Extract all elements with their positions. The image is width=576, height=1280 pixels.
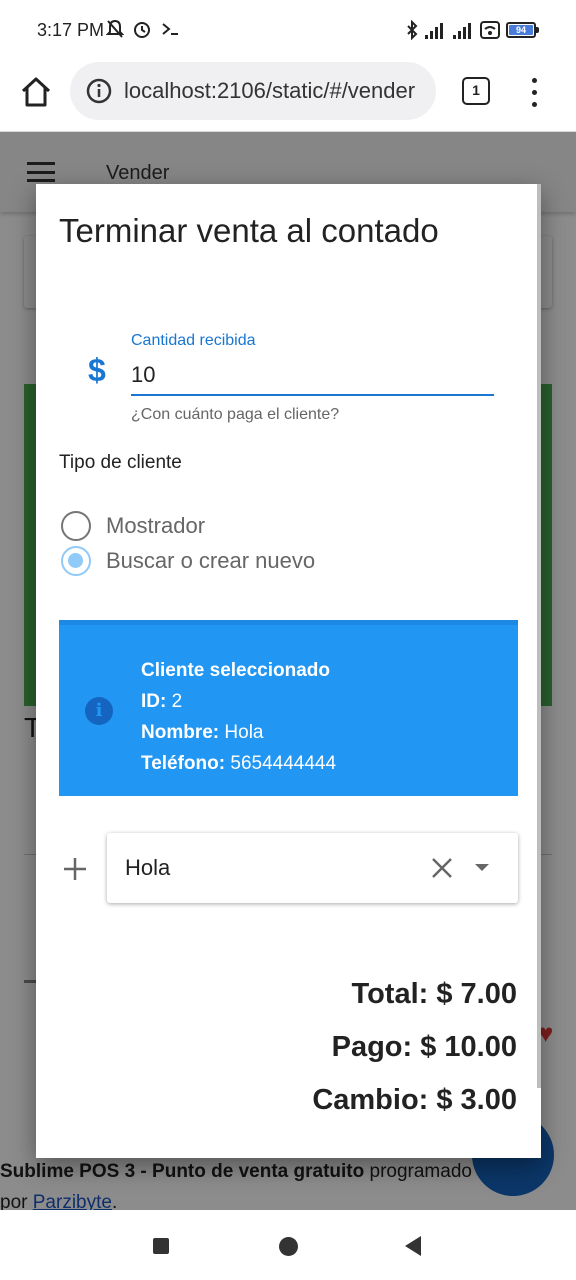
amount-received-input[interactable] (131, 356, 494, 396)
payment-amount: Pago: $ 10.00 (331, 1031, 517, 1063)
client-id-value: 2 (171, 691, 183, 712)
radio-mostrador[interactable]: Mostrador (61, 511, 205, 541)
home-icon[interactable] (18, 74, 54, 110)
client-id-label: ID: (141, 691, 167, 712)
radio-label[interactable]: Mostrador (106, 513, 205, 539)
address-bar[interactable]: localhost:2106/static/#/vender (70, 62, 436, 120)
battery-level: 94 (509, 25, 533, 35)
status-time: 3:17 PM (37, 20, 105, 40)
totals: Total: $ 7.00 Pago: $ 10.00 Cambio: $ 3.… (312, 968, 517, 1127)
selected-client-heading: Cliente seleccionado (141, 660, 331, 681)
client-select[interactable]: Hola (107, 833, 518, 903)
client-type-label: Tipo de cliente (59, 452, 182, 473)
alarm-icon (134, 22, 150, 38)
url-text[interactable]: localhost:2106/static/#/vender (124, 78, 424, 104)
change-amount: Cambio: $ 3.00 (312, 1084, 517, 1116)
amount-field-label: Cantidad recibida (131, 332, 256, 349)
client-select-value[interactable]: Hola (125, 855, 170, 881)
battery-icon: 94 (506, 22, 539, 38)
selected-client-details: Cliente seleccionado ID: 2 Nombre: Hola … (141, 655, 336, 779)
radio-button-icon[interactable] (61, 511, 91, 541)
browser-toolbar: localhost:2106/static/#/vender 1 (0, 62, 576, 132)
system-nav-bar (0, 1210, 576, 1280)
dollar-icon: $ (88, 352, 106, 388)
close-icon[interactable] (429, 855, 455, 881)
status-right-icons: 94 (406, 20, 539, 40)
wifi-icon (480, 21, 500, 39)
bluetooth-icon (407, 20, 418, 40)
notifications-off-icon (106, 19, 124, 38)
dialog-title: Terminar venta al contado (59, 212, 439, 249)
client-phone-label: Teléfono: (141, 753, 226, 774)
radio-buscar-crear[interactable]: Buscar o crear nuevo (61, 546, 315, 576)
amount-field-hint: ¿Con cuánto paga el cliente? (131, 406, 340, 423)
checkout-dialog: Terminar venta al contado $ Cantidad rec… (36, 184, 541, 1158)
total-amount: Total: $ 7.00 (351, 978, 517, 1010)
client-name-label: Nombre: (141, 722, 220, 743)
info-icon: i (85, 697, 113, 725)
home-nav-icon[interactable] (279, 1237, 298, 1256)
tab-switcher-button[interactable]: 1 (462, 77, 490, 105)
selected-client-alert: i Cliente seleccionado ID: 2 Nombre: Hol… (59, 620, 518, 796)
browser-menu-icon[interactable] (524, 74, 544, 110)
terminal-icon (162, 23, 178, 35)
status-left-icons (106, 19, 180, 39)
dialog-scrollbar[interactable] (537, 184, 541, 1088)
radio-button-checked-icon[interactable] (61, 546, 91, 576)
chevron-down-icon[interactable] (475, 864, 489, 871)
back-icon[interactable] (405, 1236, 421, 1256)
client-phone-value: 5654444444 (230, 753, 337, 774)
add-client-icon[interactable] (62, 852, 88, 891)
status-bar: 3:17 PM 94 (0, 0, 576, 62)
radio-label[interactable]: Buscar o crear nuevo (106, 548, 315, 574)
signal-icon (425, 23, 443, 39)
info-icon[interactable] (86, 78, 112, 104)
client-name-value: Hola (224, 722, 264, 743)
signal-icon (453, 23, 471, 39)
recents-icon[interactable] (153, 1238, 169, 1254)
